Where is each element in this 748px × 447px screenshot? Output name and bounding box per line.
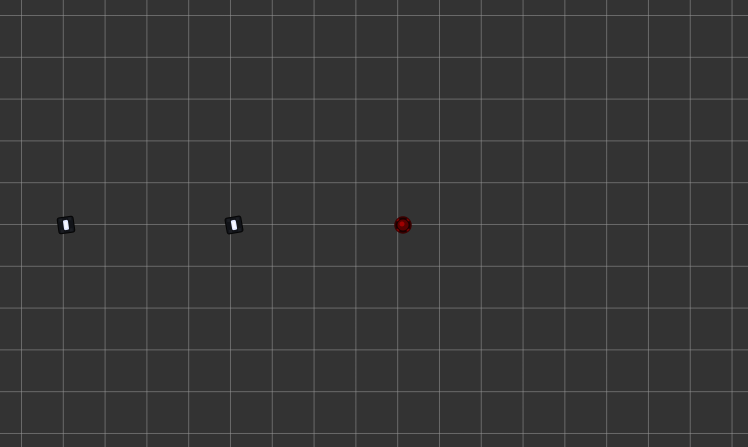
game-grid-viewport[interactable] — [0, 0, 748, 447]
unit-icon[interactable] — [223, 214, 245, 236]
red-enemy-icon[interactable] — [393, 215, 413, 235]
unit-sprite-graphic — [224, 215, 244, 235]
unit-icon[interactable] — [55, 214, 77, 236]
unit-sprite-graphic — [56, 215, 76, 235]
enemy-sprite-graphic — [394, 216, 412, 234]
